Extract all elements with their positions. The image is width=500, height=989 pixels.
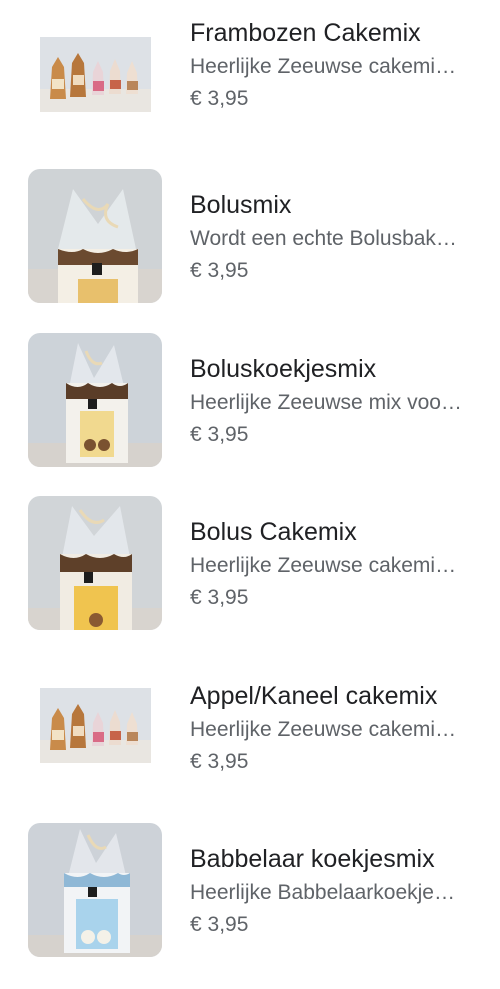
product-price: € 3,95	[190, 586, 249, 609]
product-info: Frambozen Cakemix Heerlijke Zeeuwse cake…	[190, 18, 490, 112]
product-thumbnail	[28, 169, 162, 303]
product-thumbnail	[28, 823, 162, 957]
product-list-item[interactable]: Boluskoekjesmix Heerlijke Zeeuwse mix vo…	[0, 333, 500, 473]
product-description: Heerlijke Babbelaarkoekje…	[190, 881, 455, 904]
product-info: Boluskoekjesmix Heerlijke Zeeuwse mix vo…	[190, 354, 490, 448]
bolus-cakemix-bag-photo	[28, 496, 162, 630]
product-title: Bolus Cakemix	[190, 518, 357, 546]
product-description: Wordt een echte Bolusbak…	[190, 227, 457, 250]
product-info: Bolusmix Wordt een echte Bolusbak… € 3,9…	[190, 190, 490, 284]
product-list: Frambozen Cakemix Heerlijke Zeeuwse cake…	[0, 0, 500, 989]
product-title: Frambozen Cakemix	[190, 19, 421, 47]
product-list-item[interactable]: Frambozen Cakemix Heerlijke Zeeuwse cake…	[0, 12, 500, 152]
multi-bag-product-photo	[40, 37, 151, 112]
product-title: Bolusmix	[190, 191, 292, 219]
multi-bag-product-photo	[40, 688, 151, 763]
babbelaar-bag-photo	[28, 823, 162, 957]
product-info: Bolus Cakemix Heerlijke Zeeuwse cakemi… …	[190, 517, 490, 611]
product-list-item[interactable]: Appel/Kaneel cakemix Heerlijke Zeeuwse c…	[0, 660, 500, 800]
product-price: € 3,95	[190, 259, 249, 282]
product-thumbnail	[28, 333, 162, 467]
product-info: Babbelaar koekjesmix Heerlijke Babbelaar…	[190, 844, 490, 938]
product-title: Appel/Kaneel cakemix	[190, 682, 438, 710]
product-price: € 3,95	[190, 423, 249, 446]
product-thumbnail	[40, 688, 151, 763]
product-title: Boluskoekjesmix	[190, 355, 377, 383]
product-info: Appel/Kaneel cakemix Heerlijke Zeeuwse c…	[190, 681, 490, 775]
product-price: € 3,95	[190, 913, 249, 936]
product-thumbnail	[40, 37, 151, 112]
product-thumbnail	[28, 496, 162, 630]
product-price: € 3,95	[190, 750, 249, 773]
bolusmix-bag-photo	[28, 169, 162, 303]
product-list-item[interactable]: Bolus Cakemix Heerlijke Zeeuwse cakemi… …	[0, 496, 500, 636]
product-price: € 3,95	[190, 87, 249, 110]
product-title: Babbelaar koekjesmix	[190, 845, 435, 873]
product-description: Heerlijke Zeeuwse cakemi…	[190, 55, 457, 78]
boluskoekjes-bag-photo	[28, 333, 162, 467]
product-description: Heerlijke Zeeuwse mix voo…	[190, 391, 462, 414]
product-description: Heerlijke Zeeuwse cakemi…	[190, 554, 457, 577]
product-description: Heerlijke Zeeuwse cakemi…	[190, 718, 457, 741]
product-list-item[interactable]: Babbelaar koekjesmix Heerlijke Babbelaar…	[0, 823, 500, 963]
product-list-item[interactable]: Bolusmix Wordt een echte Bolusbak… € 3,9…	[0, 169, 500, 309]
